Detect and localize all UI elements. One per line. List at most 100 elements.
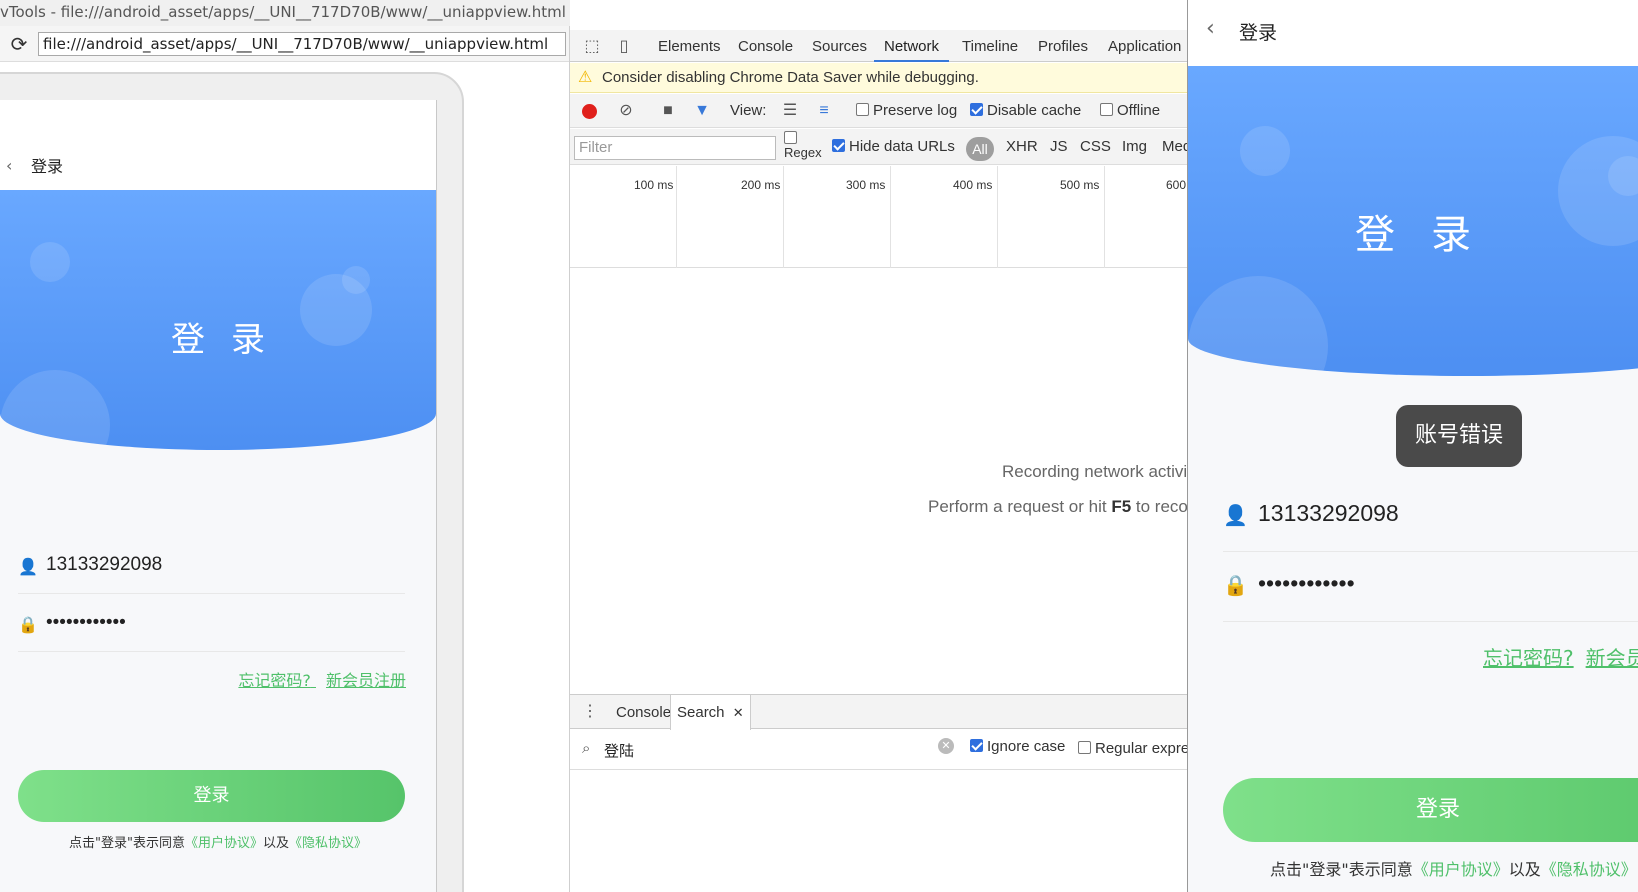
filter-img[interactable]: Img (1122, 138, 1147, 155)
record-icon[interactable] (582, 104, 597, 119)
regex-search-checkbox[interactable]: Regular expression (1078, 740, 1188, 757)
login-hero-banner: 登录 (1188, 66, 1638, 376)
password-field[interactable]: 🔒 •••••••••••• (18, 600, 405, 652)
regular-expression-label: Regular expression (1095, 740, 1188, 757)
search-row: ⌕ 登陆 ✕ Ignore case Regular expression (570, 730, 1187, 770)
agreement-mid: 以及 (1508, 860, 1541, 879)
forgot-password-link[interactable]: 忘记密码? (1483, 646, 1574, 670)
offline-label: Offline (1117, 102, 1161, 119)
nav-title: 登录 (1239, 22, 1278, 44)
emulator-pane: ⟳ file:///android_asset/apps/__UNI__717D… (0, 26, 570, 892)
more-options-icon[interactable]: ⋮ (580, 702, 600, 722)
drawer-tab-console[interactable]: Console (610, 695, 677, 730)
register-link[interactable]: 新会员注册 (1586, 646, 1638, 670)
hero-title: 登录 (171, 320, 291, 360)
network-overview-timeline[interactable]: 100 ms 200 ms 300 ms 400 ms 500 ms 600 m… (570, 166, 1187, 268)
checkbox-icon[interactable] (784, 131, 797, 144)
login-hero-banner: 登录 (0, 190, 436, 450)
ignore-case-checkbox[interactable]: Ignore case (970, 738, 1065, 755)
user-icon: 👤 (1223, 503, 1248, 527)
disable-cache-label: Disable cache (987, 102, 1082, 119)
tab-application[interactable]: Application (1098, 30, 1187, 62)
regex-checkbox[interactable]: Regex (784, 131, 822, 160)
user-agreement-link[interactable]: 《用户协议》 (185, 836, 263, 851)
checkbox-icon[interactable] (1078, 741, 1091, 754)
checkbox-checked-icon[interactable] (970, 103, 983, 116)
mobile-preview-pane: ‹ 登录 登录 账号错误 👤 13133292098 🔒 •••••••••••… (1188, 0, 1638, 892)
clear-icon[interactable]: ⊘ (616, 101, 636, 121)
auth-links: 忘记密码? 新会员注册 (228, 667, 406, 691)
checkbox-checked-icon[interactable] (970, 739, 983, 752)
view-label: View: (730, 102, 767, 119)
drawer-tab-search[interactable]: Search ✕ (670, 695, 751, 730)
phone-field[interactable]: 👤 13133292098 (18, 542, 405, 594)
capture-screenshots-icon[interactable]: ■ (658, 101, 678, 121)
checkbox-icon[interactable] (1100, 103, 1113, 116)
tab-timeline[interactable]: Timeline (952, 30, 1028, 62)
warning-icon: ⚠ (578, 69, 593, 86)
filter-js[interactable]: JS (1050, 138, 1068, 155)
checkbox-checked-icon[interactable] (832, 139, 845, 152)
phone-input[interactable]: 13133292098 (1258, 500, 1399, 527)
privacy-agreement-link[interactable]: 《隐私协议》 (289, 836, 367, 851)
filter-css[interactable]: CSS (1080, 138, 1111, 155)
filter-media[interactable]: Media (1162, 138, 1187, 155)
lock-icon: 🔒 (18, 615, 38, 634)
close-icon[interactable]: ✕ (733, 705, 744, 720)
checkbox-icon[interactable] (856, 103, 869, 116)
login-button[interactable]: 登录 (18, 770, 405, 822)
timeline-tick-label: 200 ms (741, 178, 781, 192)
search-input[interactable]: 登陆 (604, 740, 634, 761)
inspect-element-icon[interactable]: ⬚ (582, 36, 602, 56)
preserve-log-label: Preserve log (873, 102, 958, 119)
phone-input[interactable]: 13133292098 (46, 554, 162, 576)
tab-network[interactable]: Network (874, 30, 950, 62)
timeline-tick-label: 100 ms (634, 178, 674, 192)
timeline-gridline (890, 166, 891, 268)
tab-profiles[interactable]: Profiles (1028, 30, 1098, 62)
nav-title: 登录 (31, 157, 64, 176)
password-field[interactable]: 🔒 •••••••••••• (1223, 552, 1638, 622)
auth-links: 忘记密码? 新会员注册 (1483, 642, 1638, 671)
url-input[interactable]: file:///android_asset/apps/__UNI__717D70… (38, 32, 566, 56)
back-arrow-icon[interactable]: ‹ (1206, 16, 1215, 41)
waterfall-view-icon[interactable]: ≡ (814, 101, 834, 121)
timeline-tick-label: 500 ms (1060, 178, 1100, 192)
clear-search-icon[interactable]: ✕ (938, 738, 954, 754)
password-input[interactable]: •••••••••••• (1258, 570, 1355, 597)
agreement-text: 点击"登录"表示同意《用户协议》以及《隐私协议》 (1270, 856, 1637, 880)
forgot-password-link[interactable]: 忘记密码? (238, 671, 311, 690)
lock-icon: 🔒 (1223, 573, 1248, 597)
privacy-agreement-link[interactable]: 《隐私协议》 (1541, 860, 1637, 879)
agreement-mid: 以及 (262, 836, 289, 851)
devtools-tabbar: ⬚ ▯ Elements Console Sources Network Tim… (570, 30, 1187, 62)
filter-xhr[interactable]: XHR (1006, 138, 1038, 155)
disable-cache-checkbox[interactable]: Disable cache (970, 102, 1081, 119)
timeline-tick-label: 600 ms (1166, 178, 1187, 192)
device-toolbar-icon[interactable]: ▯ (614, 36, 634, 56)
decor-bubble-icon (0, 370, 110, 450)
network-toolbar: ⊘ ■ ▼ View: ☰ ≡ Preserve log Disable cac… (570, 94, 1187, 128)
tab-elements[interactable]: Elements (648, 30, 731, 62)
list-view-icon[interactable]: ☰ (780, 101, 800, 121)
hide-data-urls-checkbox[interactable]: Hide data URLs (832, 138, 955, 155)
register-link[interactable]: 新会员注册 (326, 671, 406, 690)
tab-console[interactable]: Console (728, 30, 803, 62)
filter-input[interactable]: Filter (574, 136, 776, 160)
filter-icon[interactable]: ▼ (692, 101, 712, 121)
user-icon: 👤 (18, 557, 38, 576)
decor-bubble-icon (342, 266, 370, 294)
tab-sources[interactable]: Sources (802, 30, 877, 62)
preserve-log-checkbox[interactable]: Preserve log (856, 102, 957, 119)
phone-field[interactable]: 👤 13133292098 (1223, 482, 1638, 552)
error-toast: 账号错误 (1396, 405, 1522, 467)
search-icon: ⌕ (582, 740, 591, 757)
filter-all-pill[interactable]: All (966, 137, 994, 161)
reload-icon[interactable]: ⟳ (8, 33, 30, 55)
user-agreement-link[interactable]: 《用户协议》 (1413, 860, 1509, 879)
offline-checkbox[interactable]: Offline (1100, 102, 1160, 119)
back-arrow-icon[interactable]: ‹ (6, 156, 12, 175)
password-input[interactable]: •••••••••••• (46, 612, 126, 634)
login-button[interactable]: 登录 (1223, 778, 1638, 842)
hero-title: 登录 (1355, 212, 1507, 258)
